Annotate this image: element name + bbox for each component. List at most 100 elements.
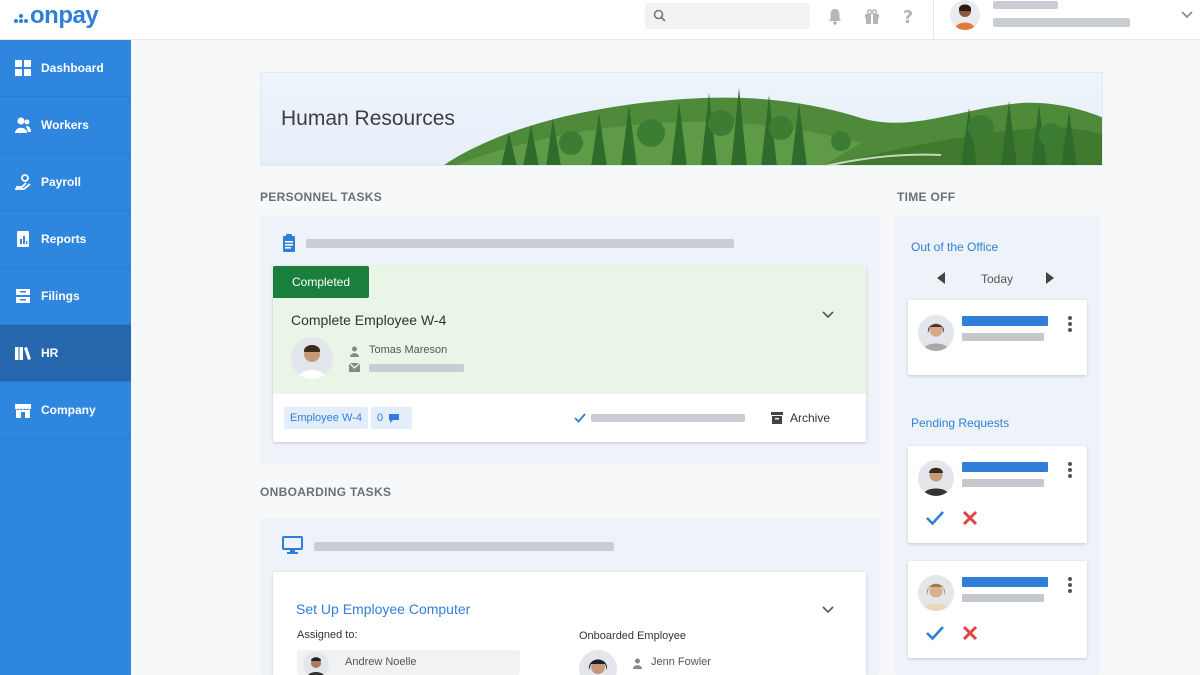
- assignee-field[interactable]: Andrew Noelle: [297, 650, 520, 675]
- sidebar-item-label: Company: [41, 403, 96, 417]
- sidebar-item-label: Reports: [41, 232, 87, 246]
- employee-avatar: [918, 460, 954, 496]
- books-icon: [15, 347, 31, 360]
- archive-button[interactable]: Archive: [771, 407, 830, 429]
- personnel-tasks-panel: Completed Complete Employee W-4 Tomas Ma…: [260, 216, 880, 464]
- svg-text:?: ?: [903, 7, 913, 26]
- grid-icon: [15, 60, 31, 76]
- approve-check-icon[interactable]: [926, 625, 944, 641]
- search-input[interactable]: [671, 6, 801, 26]
- out-of-office-title: Out of the Office: [911, 240, 999, 254]
- sidebar-item-label: Payroll: [41, 175, 82, 189]
- caret-left-icon[interactable]: [937, 272, 945, 284]
- user-name-placeholder: [993, 1, 1058, 9]
- chevron-down-icon[interactable]: [821, 603, 835, 617]
- reject-x-icon[interactable]: [962, 510, 978, 526]
- panel-title-placeholder: [314, 542, 614, 551]
- sidebar: Dashboard Workers Payroll Reports Filing…: [0, 40, 131, 675]
- time-off-heading: TIME OFF: [897, 190, 956, 204]
- sidebar-item-label: Filings: [41, 289, 80, 303]
- mail-icon: [349, 363, 360, 372]
- report-icon: [17, 231, 29, 247]
- sidebar-item-filings[interactable]: Filings: [0, 268, 131, 325]
- request-dates-placeholder: [962, 479, 1044, 487]
- store-icon: [15, 404, 31, 418]
- day-label: Today: [981, 272, 1014, 286]
- sidebar-item-reports[interactable]: Reports: [0, 211, 131, 268]
- task-title[interactable]: Complete Employee W-4: [291, 312, 446, 328]
- employee-email-placeholder: [369, 364, 464, 372]
- task-card-computer[interactable]: Set Up Employee Computer Assigned to: An…: [273, 572, 866, 675]
- caret-right-icon[interactable]: [1046, 272, 1054, 284]
- assignee-avatar: [303, 652, 329, 675]
- page-title: Human Resources: [281, 107, 455, 130]
- pending-requests-title: Pending Requests: [911, 416, 1010, 430]
- personnel-tasks-heading: PERSONNEL TASKS: [260, 190, 383, 204]
- employee-avatar: [291, 337, 333, 379]
- chevron-down-icon[interactable]: [821, 308, 835, 322]
- onboarded-label: Onboarded Employee: [579, 630, 687, 642]
- employee-name-placeholder: [962, 577, 1048, 587]
- onboarded-name: Jenn Fowler: [651, 656, 711, 668]
- logo-mark-icon: [14, 14, 28, 24]
- sidebar-item-company[interactable]: Company: [0, 382, 131, 439]
- more-options-icon[interactable]: [1068, 462, 1072, 478]
- user-company-placeholder: [993, 18, 1130, 27]
- employee-avatar: [918, 575, 954, 611]
- pending-request-card[interactable]: [908, 561, 1087, 658]
- hr-banner: Human Resources: [260, 72, 1103, 166]
- user-avatar[interactable]: [950, 0, 980, 30]
- comments-count: 0: [377, 412, 384, 424]
- status-badge: Completed: [273, 266, 369, 298]
- logo-text: onpay: [30, 2, 99, 29]
- comments-chip[interactable]: 0: [371, 407, 412, 429]
- search-icon: [653, 9, 666, 22]
- person-icon: [350, 346, 359, 357]
- panel-title-placeholder: [306, 239, 734, 248]
- onboarding-tasks-heading: ONBOARDING TASKS: [260, 485, 392, 499]
- users-icon: [15, 117, 31, 133]
- bell-icon[interactable]: [825, 6, 845, 26]
- time-off-dates-placeholder: [962, 333, 1044, 341]
- employee-name-placeholder: [962, 462, 1048, 472]
- sidebar-item-dashboard[interactable]: Dashboard: [0, 40, 131, 97]
- assigned-label: Assigned to:: [297, 629, 358, 641]
- time-off-panel: Out of the Office Today Pending Requests: [895, 216, 1100, 675]
- sidebar-item-label: Workers: [41, 118, 89, 132]
- comment-icon: [389, 414, 400, 423]
- onboarding-tasks-panel: Set Up Employee Computer Assigned to: An…: [260, 518, 880, 675]
- pending-request-card[interactable]: [908, 446, 1087, 543]
- top-bar: onpay ?: [0, 0, 1200, 40]
- sidebar-item-payroll[interactable]: Payroll: [0, 154, 131, 211]
- sidebar-item-workers[interactable]: Workers: [0, 97, 131, 154]
- help-icon[interactable]: ?: [898, 6, 918, 26]
- archive-label: Archive: [790, 411, 831, 425]
- gift-icon[interactable]: [862, 6, 882, 26]
- document-tag[interactable]: Employee W-4: [284, 407, 368, 429]
- more-options-icon[interactable]: [1068, 316, 1072, 332]
- approve-check-icon[interactable]: [926, 510, 944, 526]
- clipboard-icon: [283, 234, 295, 252]
- employee-avatar: [918, 315, 954, 351]
- chevron-down-icon[interactable]: [1180, 8, 1194, 22]
- completed-by-placeholder: [591, 414, 745, 422]
- task-title[interactable]: Set Up Employee Computer: [296, 601, 470, 617]
- check-icon: [574, 413, 586, 423]
- more-options-icon[interactable]: [1068, 577, 1072, 593]
- task-card-w4[interactable]: Completed Complete Employee W-4 Tomas Ma…: [273, 266, 866, 442]
- employee-name-placeholder: [962, 316, 1048, 326]
- onboarded-avatar: [579, 650, 617, 675]
- search-box[interactable]: [645, 3, 810, 29]
- request-dates-placeholder: [962, 594, 1044, 602]
- assignee-name: Andrew Noelle: [345, 656, 417, 668]
- onpay-logo[interactable]: onpay: [14, 2, 99, 30]
- sidebar-item-label: Dashboard: [41, 61, 104, 75]
- out-of-office-card[interactable]: [908, 300, 1087, 375]
- sidebar-item-hr[interactable]: HR: [0, 325, 131, 382]
- archive-icon: [771, 412, 783, 424]
- monitor-icon: [282, 536, 303, 554]
- person-icon: [633, 658, 642, 669]
- filings-icon: [16, 289, 30, 303]
- reject-x-icon[interactable]: [962, 625, 978, 641]
- top-divider: [933, 0, 934, 40]
